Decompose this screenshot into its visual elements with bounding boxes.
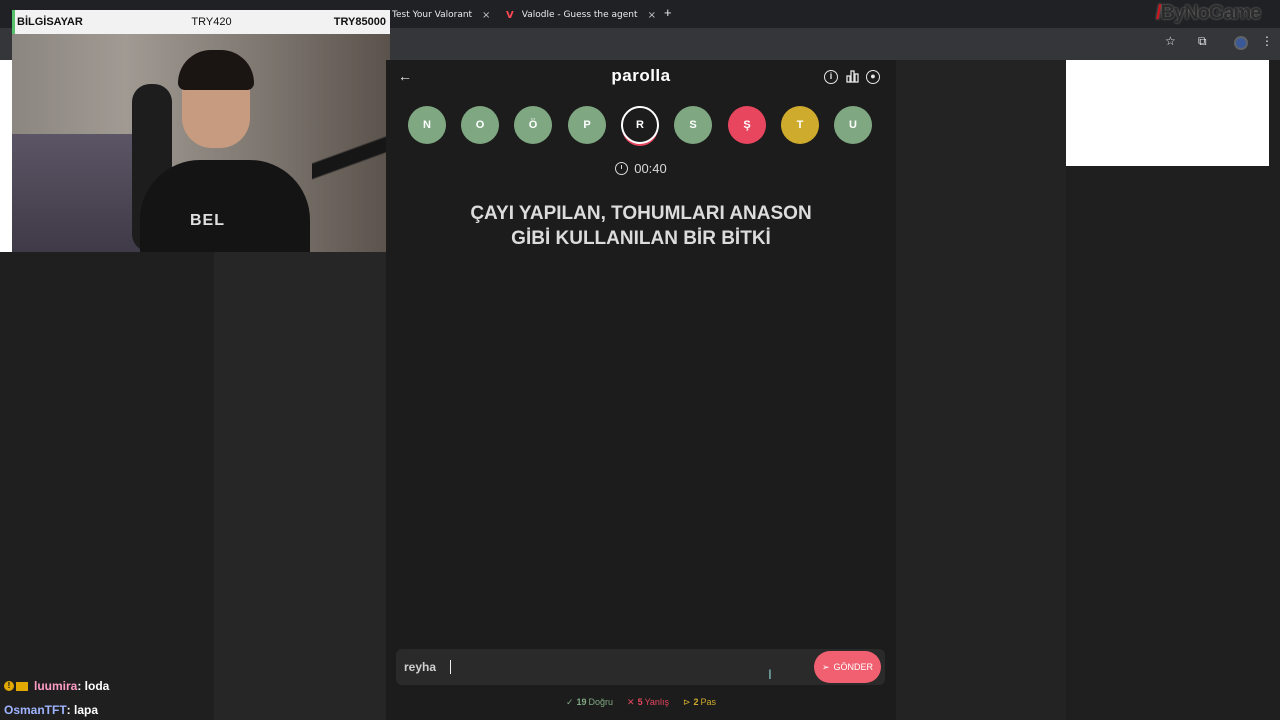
page-sidebar-area [214,252,386,720]
sponsor-logo: /ByNoGame [1156,2,1261,24]
stream-background-left [0,252,214,720]
stream-info-bar: BİLGİSAYAR TRY420 TRY85000 [12,10,390,34]
extensions-icon[interactable]: ⧉ [1198,34,1207,49]
webcam-mic-arm [312,84,390,252]
mouse-cursor-ibeam: I [768,666,772,682]
stats-icon[interactable] [845,70,859,84]
close-icon[interactable]: × [482,10,490,21]
screen: Test Your Valorant Knov × V Valodle - Gu… [0,0,1280,720]
letter-t[interactable]: T [781,106,819,144]
letter-n[interactable]: N [408,106,446,144]
question-text: ÇAYI YAPILAN, TOHUMLARI ANASON GİBİ KULL… [426,201,856,251]
send-icon: ➢ [821,661,830,672]
stream-info-left: BİLGİSAYAR [17,16,83,28]
timer: 00:40 [386,161,896,176]
more-menu-icon[interactable]: ⋮ [1261,34,1273,48]
letter-u[interactable]: U [834,106,872,144]
question-line: GİBİ KULLANILAN BİR BİTKİ [511,228,771,249]
webcam-bed [12,134,142,252]
chat-username: OsmanTFT [4,703,67,717]
page-white-panel [1066,60,1269,166]
profile-avatar[interactable] [1234,36,1248,50]
tab-label: Test Your Valorant Knov [392,10,474,20]
chat-message: OsmanTFT : lapa [4,700,304,720]
parolla-app: ← parolla i ● N O Ö P R S Ş T U 00:40 ÇA… [386,60,896,720]
browser-tab-valorant-quiz[interactable]: Test Your Valorant Knov × [392,4,500,26]
webcam-shirt-text: BEL [190,212,225,229]
app-header: ← parolla i ● [386,60,896,96]
letter-s[interactable]: S [674,106,712,144]
app-title: parolla [611,66,671,85]
user-icon[interactable]: ● [866,70,880,84]
chat-text: : lapa [66,703,99,717]
letter-p[interactable]: P [568,106,606,144]
browser-tab-valodle[interactable]: V Valodle - Guess the agent × [506,4,656,26]
correct-stat: ✓ 19 Doğru [565,697,614,707]
letter-s-cedilla[interactable]: Ş [728,106,766,144]
sub-badge-icon: ! [4,681,14,691]
valorant-icon: V [506,9,514,21]
answer-input[interactable] [404,656,804,678]
send-button[interactable]: ➢ GÖNDER [814,651,881,683]
letter-o-umlaut[interactable]: Ö [514,106,552,144]
text-caret [450,660,451,674]
crown-badge-icon [16,681,28,691]
bookmark-star-icon[interactable]: ☆ [1165,34,1176,48]
question-line: ÇAYI YAPILAN, TOHUMLARI ANASON [470,203,812,224]
letter-wheel: N O Ö P R S Ş T U [408,106,874,146]
answer-form: ➢ GÖNDER [396,649,885,685]
timer-value: 00:40 [634,161,667,176]
page-background [0,60,12,252]
tab-label: Valodle - Guess the agent [521,10,638,20]
chat-username: luumira [34,679,78,693]
webcam-feed: BEL [12,34,390,252]
info-icon[interactable]: i [824,70,838,84]
pass-stat: ⊳ 2 Pas [682,697,717,707]
letter-o[interactable]: O [461,106,499,144]
letter-r-current[interactable]: R [621,106,659,144]
chat-text: : loda [77,679,110,693]
score-summary: ✓ 19 Doğru ✕ 5 Yanlış ⊳ 2 Pas [386,697,896,708]
new-tab-button[interactable]: + [664,5,672,20]
chat-message: ! luumira : loda [4,676,304,696]
clock-icon [615,162,629,175]
page-right-area [896,60,1066,720]
stream-info-mid: TRY420 [191,16,232,28]
stream-background-right [1066,166,1280,720]
close-icon[interactable]: × [648,10,656,21]
webcam-streamer-body [140,160,310,252]
send-label: GÖNDER [833,662,874,672]
stream-info-right: TRY85000 [333,16,386,28]
stream-chat: ! luumira : loda OsmanTFT : lapa [4,676,304,720]
wrong-stat: ✕ 5 Yanlış [627,697,669,707]
